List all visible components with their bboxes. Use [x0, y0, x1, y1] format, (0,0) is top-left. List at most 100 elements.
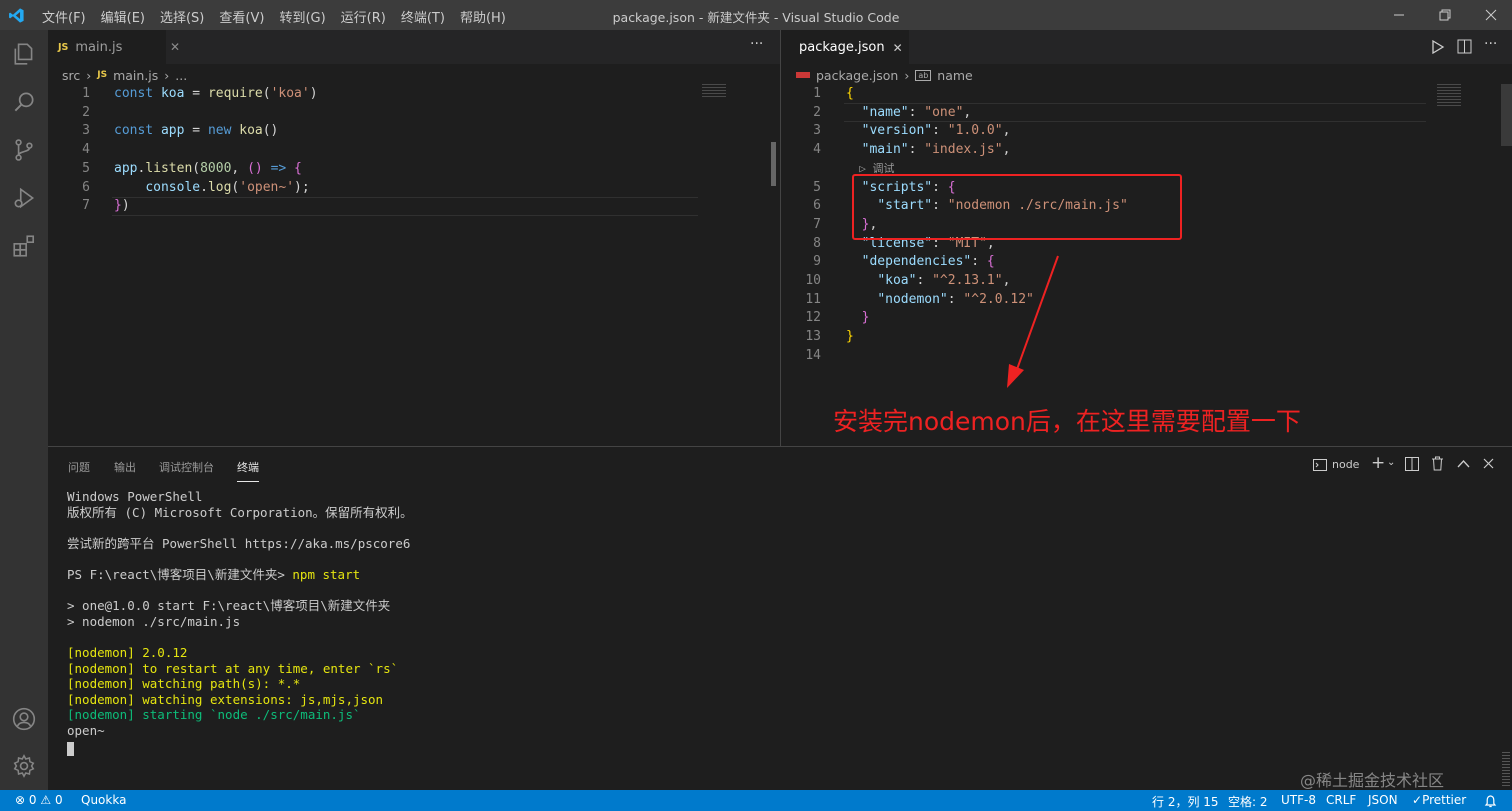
close-panel-icon[interactable]: [1483, 458, 1494, 469]
run-debug-button[interactable]: [0, 174, 48, 222]
breadcrumb-file[interactable]: package.json: [816, 68, 898, 83]
restore-button[interactable]: [1434, 4, 1456, 26]
warning-count: 0: [54, 793, 63, 807]
tab-terminal[interactable]: 终端: [237, 459, 259, 482]
more-actions-icon[interactable]: ···: [750, 36, 763, 52]
quokka-status[interactable]: Quokka: [81, 793, 126, 807]
cursor-position[interactable]: 行 2，列 15: [1152, 793, 1219, 810]
explorer-button[interactable]: [0, 30, 48, 78]
menu-go[interactable]: 转到(G): [279, 7, 325, 26]
breadcrumb-left: src › JS main.js › ...: [62, 66, 187, 84]
menu-file[interactable]: 文件(F): [42, 7, 86, 26]
line-number: 14: [805, 347, 821, 363]
tab-label: main.js: [75, 39, 123, 55]
encoding[interactable]: UTF-8: [1281, 793, 1316, 807]
breadcrumb-folder[interactable]: src: [62, 68, 80, 83]
annotation-text: 安装完nodemon后，在这里需要配置一下: [833, 407, 1301, 436]
symbol-field-icon: ab: [915, 69, 932, 81]
breadcrumb-file[interactable]: main.js: [113, 68, 158, 83]
menu-view[interactable]: 查看(V): [219, 7, 264, 26]
new-terminal-icon[interactable]: +: [1371, 453, 1385, 473]
line-ending[interactable]: CRLF: [1326, 793, 1356, 807]
line-number: 8: [813, 235, 821, 251]
terminal-scrollbar[interactable]: [1502, 752, 1510, 786]
npm-file-icon: [796, 72, 810, 78]
warning-icon: ⚠: [40, 793, 52, 807]
terminal-selector[interactable]: node: [1313, 458, 1359, 471]
js-file-icon: JS: [97, 70, 108, 80]
terminal-line: > nodemon ./src/main.js: [67, 613, 241, 629]
bell-icon[interactable]: [1484, 794, 1497, 808]
indentation[interactable]: 空格: 2: [1228, 793, 1268, 810]
minimap-left[interactable]: [702, 84, 726, 98]
restore-icon: [1439, 9, 1451, 21]
search-button[interactable]: [0, 78, 48, 126]
menu-terminal[interactable]: 终端(T): [401, 7, 445, 26]
status-bar: ⊗ 0 ⚠ 0 Quokka 行 2，列 15 空格: 2 UTF-8 CRLF…: [0, 790, 1512, 811]
code-main-js[interactable]: const koa = require('koa') const app = n…: [114, 85, 318, 216]
prettier-status[interactable]: ✓Prettier: [1412, 793, 1466, 807]
bottom-panel: 问题 输出 调试控制台 终端 node + ⌄ Windows PowerShe…: [48, 446, 1512, 790]
minimize-icon: [1394, 14, 1404, 16]
breadcrumb-symbol[interactable]: name: [937, 68, 972, 83]
chevron-up-icon[interactable]: [1457, 459, 1470, 468]
tab-output[interactable]: 输出: [114, 459, 136, 475]
tab-main-js[interactable]: JS main.js ✕: [48, 30, 180, 64]
account-icon: [12, 707, 36, 731]
terminal-line: [nodemon] 2.0.12: [67, 644, 188, 660]
error-icon: ⊗: [15, 793, 26, 807]
tab-close-icon[interactable]: ✕: [893, 41, 903, 55]
terminal-line: [nodemon] starting `node ./src/main.js`: [67, 707, 361, 723]
line-numbers-left: 1 2 3 4 5 6 7: [60, 85, 90, 216]
line-number: 9: [813, 254, 821, 270]
menu-edit[interactable]: 编辑(E): [101, 7, 145, 26]
tab-problems[interactable]: 问题: [68, 459, 90, 475]
extensions-button[interactable]: [0, 222, 48, 270]
minimap-right[interactable]: [1437, 84, 1461, 106]
account-button[interactable]: [0, 695, 48, 743]
scrollbar-right[interactable]: [1501, 84, 1512, 146]
run-icon[interactable]: [1431, 40, 1445, 54]
codelens-debug[interactable]: 调试: [873, 162, 895, 175]
close-window-button[interactable]: [1480, 4, 1502, 26]
line-number: 11: [805, 291, 821, 307]
breadcrumb-more[interactable]: ...: [175, 68, 187, 83]
terminal-line: [nodemon] watching path(s): *.*: [67, 676, 301, 692]
check-icon: ✓: [1412, 793, 1423, 807]
line-number: 3: [82, 123, 90, 139]
line-number: 6: [813, 198, 821, 214]
line-number: 5: [813, 179, 821, 195]
line-number: 12: [805, 310, 821, 326]
menu-run[interactable]: 运行(R): [341, 7, 386, 26]
split-editor-icon[interactable]: [1457, 39, 1472, 54]
split-terminal-icon[interactable]: [1405, 457, 1419, 471]
settings-button[interactable]: [0, 742, 48, 790]
terminal-name: node: [1332, 458, 1360, 471]
menu-selection[interactable]: 选择(S): [160, 7, 204, 26]
extensions-icon: [13, 235, 35, 257]
line-number: 6: [82, 179, 90, 195]
menu-help[interactable]: 帮助(H): [460, 7, 506, 26]
tab-package-json[interactable]: package.json ✕: [781, 30, 909, 64]
terminal-line: Windows PowerShell: [67, 489, 203, 504]
chevron-down-icon[interactable]: ⌄: [1387, 457, 1395, 468]
terminal-line: 版权所有 (C) Microsoft Corporation。保留所有权利。: [67, 504, 413, 520]
tab-close-icon[interactable]: ✕: [170, 40, 180, 54]
more-actions-icon[interactable]: ···: [1484, 36, 1497, 52]
terminal-line: 尝试新的跨平台 PowerShell https://aka.ms/pscore…: [67, 535, 411, 551]
problems-indicator[interactable]: ⊗ 0 ⚠ 0: [15, 793, 63, 807]
watermark: @稀土掘金技术社区: [1300, 771, 1445, 790]
terminal-output[interactable]: Windows PowerShell 版权所有 (C) Microsoft Cor…: [67, 489, 413, 739]
line-number: 7: [82, 198, 90, 214]
minimize-button[interactable]: [1388, 4, 1410, 26]
trash-icon[interactable]: [1431, 456, 1444, 471]
prettier-label: Prettier: [1422, 793, 1467, 807]
language-mode[interactable]: JSON: [1368, 793, 1398, 807]
tab-debug-console[interactable]: 调试控制台: [159, 459, 214, 475]
scrollbar-left[interactable]: [771, 142, 776, 186]
close-icon: [1485, 9, 1497, 21]
source-control-button[interactable]: [0, 126, 48, 174]
editor-split-divider[interactable]: [780, 30, 781, 446]
